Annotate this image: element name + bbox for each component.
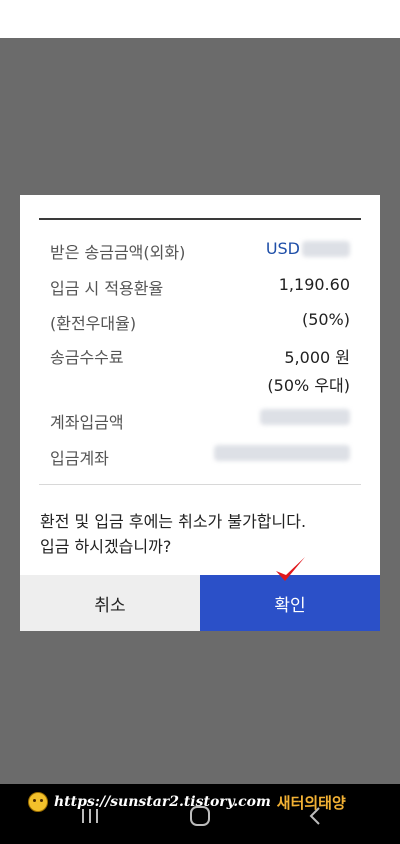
remittance-fee-value: 5,000 원 — [284, 348, 350, 367]
row-preferential-rate: (환전우대율) (50%) — [50, 310, 350, 334]
deposit-account-value — [214, 445, 350, 465]
redacted-deposit-amount — [260, 409, 350, 425]
status-bar — [0, 0, 400, 38]
currency-code: USD — [265, 239, 300, 258]
exchange-rate-value: 1,190.60 — [278, 275, 350, 294]
redacted-amount — [302, 240, 350, 257]
dialog-buttons: 취소 확인 — [20, 557, 380, 631]
watermark-name: 새터의태양 — [276, 793, 346, 812]
deposit-amount-label: 계좌입금액 — [50, 413, 124, 432]
row-deposit-account: 입금계좌 — [50, 445, 350, 469]
watermark-url: https://sunstar2.tistory.com — [54, 794, 271, 810]
dialog-divider — [39, 484, 361, 485]
redacted-account-number — [214, 445, 350, 461]
check-mark-icon — [276, 557, 305, 581]
row-received-amount: 받은 송금금액(외화) USD — [50, 239, 350, 263]
row-deposit-amount: 계좌입금액 — [50, 409, 350, 433]
preferential-rate-value: (50%) — [301, 310, 350, 329]
confirm-button-label: 확인 — [274, 595, 306, 616]
preferential-rate-label: (환전우대율) — [50, 314, 137, 333]
received-amount-label: 받은 송금금액(외화) — [50, 243, 186, 262]
confirm-button[interactable]: 확인 — [200, 557, 380, 631]
blog-watermark: https://sunstar2.tistory.com 새터의태양 — [28, 790, 378, 814]
confirm-dialog: 받은 송금금액(외화) USD 입금 시 적용환율 1,190.60 (환전우대… — [20, 195, 380, 631]
row-exchange-rate: 입금 시 적용환율 1,190.60 — [50, 275, 350, 299]
dialog-top-rule — [39, 218, 361, 220]
cancel-button[interactable]: 취소 — [20, 575, 200, 631]
received-amount-value: USD — [266, 239, 350, 258]
row-remittance-fee: 송금수수료 5,000 원 (50% 우대) — [50, 344, 350, 395]
notice-line-2: 입금 하시겠습니까? — [40, 537, 172, 556]
smiley-icon — [28, 792, 48, 812]
exchange-rate-label: 입금 시 적용환율 — [50, 279, 164, 298]
cancel-notice: 환전 및 입금 후에는 취소가 불가합니다. 입금 하시겠습니까? — [40, 509, 360, 559]
deposit-account-label: 입금계좌 — [50, 449, 109, 468]
deposit-amount-value — [260, 409, 350, 429]
remittance-fee-label: 송금수수료 — [50, 348, 124, 367]
remittance-fee-discount: (50% 우대) — [267, 376, 350, 395]
notice-line-1: 환전 및 입금 후에는 취소가 불가합니다. — [40, 512, 307, 531]
